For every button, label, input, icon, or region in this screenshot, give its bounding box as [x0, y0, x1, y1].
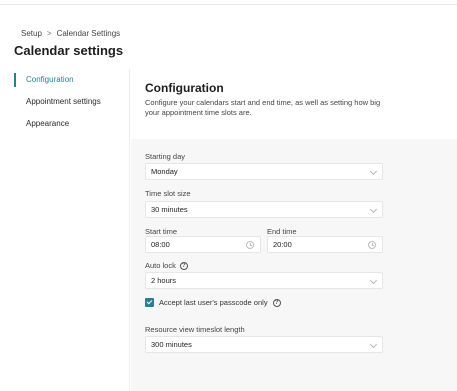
start-time-label-text: Start time — [145, 227, 178, 236]
end-time-input[interactable]: 20:00 — [267, 236, 383, 253]
chevron-down-icon — [369, 340, 378, 349]
start-time-value: 08:00 — [151, 240, 170, 249]
calendar-settings-page: Setup > Calendar Settings Calendar setti… — [0, 0, 457, 391]
page-title: Calendar settings — [14, 43, 124, 58]
sidebar-item-label: Appointment settings — [26, 97, 101, 106]
breadcrumb-setup[interactable]: Setup — [21, 29, 42, 38]
section-description: Configure your calendars start and end t… — [145, 98, 381, 117]
chevron-down-icon — [369, 205, 378, 214]
chevron-down-icon — [369, 276, 378, 285]
auto-lock-value: 2 hours — [151, 276, 177, 285]
starting-day-label-text: Starting day — [145, 152, 186, 161]
configuration-header-card: Configuration Configure your calendars s… — [131, 69, 457, 139]
clock-icon — [246, 241, 254, 249]
breadcrumb: Setup > Calendar Settings — [21, 29, 120, 38]
start-time-input[interactable]: 08:00 — [145, 236, 261, 253]
end-time-value: 20:00 — [273, 240, 292, 249]
sidebar-item-appointment-settings[interactable]: Appointment settings — [14, 91, 129, 113]
clock-icon — [368, 241, 376, 249]
time-slot-size-value: 30 minutes — [151, 205, 188, 214]
sidebar-item-appearance[interactable]: Appearance — [14, 113, 129, 135]
starting-day-label: Starting day — [145, 152, 185, 161]
top-divider — [0, 4, 457, 5]
resource-view-select[interactable]: 300 minutes — [145, 336, 383, 353]
time-slot-size-select[interactable]: 30 minutes — [145, 201, 383, 218]
time-slot-size-label: Time slot size — [145, 189, 191, 198]
chevron-down-icon — [369, 167, 378, 176]
time-slot-size-label-text: Time slot size — [145, 189, 191, 198]
accept-passcode-row: Accept last user's passcode only ? — [145, 298, 281, 307]
accept-passcode-checkbox[interactable] — [145, 298, 154, 307]
accept-passcode-label: Accept last user's passcode only — [159, 298, 268, 307]
section-title: Configuration — [145, 81, 224, 95]
start-time-label: Start time — [145, 227, 177, 236]
auto-lock-label: Auto lock ? — [145, 261, 188, 270]
resource-view-value: 300 minutes — [151, 340, 192, 349]
help-icon[interactable]: ? — [272, 298, 281, 307]
end-time-label-text: End time — [267, 227, 297, 236]
settings-sidebar: Configuration Appointment settings Appea… — [14, 69, 130, 391]
starting-day-select[interactable]: Monday — [145, 163, 383, 180]
auto-lock-label-text: Auto lock — [145, 261, 176, 270]
sidebar-item-label: Appearance — [26, 119, 70, 128]
sidebar-item-label: Configuration — [26, 75, 74, 84]
help-icon[interactable]: ? — [179, 261, 188, 270]
starting-day-value: Monday — [151, 167, 178, 176]
breadcrumb-current: Calendar Settings — [56, 29, 121, 38]
resource-view-label-text: Resource view timeslot length — [145, 325, 245, 334]
auto-lock-select[interactable]: 2 hours — [145, 272, 383, 289]
resource-view-label: Resource view timeslot length — [145, 325, 245, 334]
end-time-label: End time — [267, 227, 297, 236]
breadcrumb-separator: > — [46, 29, 52, 38]
sidebar-item-configuration[interactable]: Configuration — [14, 69, 129, 91]
